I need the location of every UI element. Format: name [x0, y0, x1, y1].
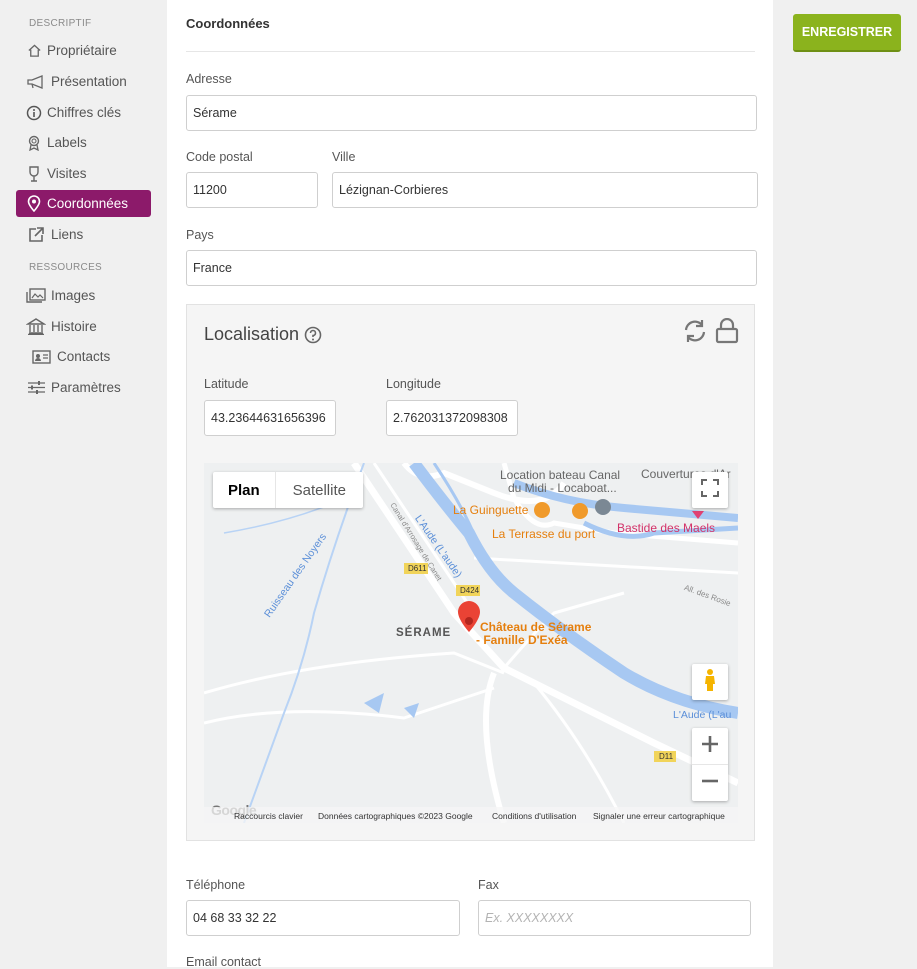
country-field[interactable]: France	[186, 250, 757, 286]
terms-link[interactable]: Conditions d'utilisation	[492, 811, 576, 821]
keyboard-shortcuts-link[interactable]: Raccourcis clavier	[234, 811, 303, 821]
address-field[interactable]: Sérame	[186, 95, 757, 131]
location-title: Localisation	[204, 324, 300, 344]
sidebar-item-label: Contacts	[57, 349, 111, 364]
help-icon[interactable]	[304, 326, 322, 349]
map-road-label: D611	[408, 564, 427, 573]
address-label: Adresse	[186, 72, 232, 86]
sidebar-item-contacts[interactable]: Contacts	[16, 343, 151, 370]
phone-label: Téléphone	[186, 878, 246, 892]
map[interactable]: Location bateau Canal du Midi - Locaboat…	[204, 463, 738, 823]
map-place-label: du Midi - Locaboat...	[508, 481, 617, 495]
fullscreen-icon	[701, 478, 719, 502]
sidebar-item-label: Propriétaire	[47, 43, 117, 58]
sidebar-item-label: Chiffres clés	[47, 105, 122, 120]
zoom-out-button[interactable]	[692, 765, 728, 801]
pegman-icon	[702, 668, 718, 697]
sidebar-item-label: Labels	[47, 135, 87, 150]
plus-icon	[701, 735, 719, 758]
sidebar-item-liens[interactable]: Liens	[16, 221, 151, 248]
sidebar-section-descriptif: DESCRIPTIF	[29, 18, 92, 29]
map-canvas[interactable]	[204, 463, 738, 823]
sliders-icon	[26, 380, 46, 396]
zoom-in-button[interactable]	[692, 728, 728, 765]
sidebar-item-label: Coordonnées	[47, 196, 129, 211]
map-pin-icon	[26, 195, 42, 212]
postal-code-label: Code postal	[186, 150, 253, 164]
zoom-control	[692, 728, 728, 801]
fax-label: Fax	[478, 878, 499, 892]
museum-icon	[26, 318, 46, 335]
city-field[interactable]: Lézignan-Corbieres	[332, 172, 758, 208]
latitude-field[interactable]: 43.23644631656396	[204, 400, 336, 436]
award-icon	[26, 135, 42, 151]
fax-field[interactable]: Ex. XXXXXXXX	[478, 900, 751, 936]
map-place-label: - Famille D'Exéa	[476, 633, 568, 647]
latitude-label: Latitude	[204, 377, 249, 391]
refresh-icon[interactable]	[682, 318, 708, 349]
sidebar-item-label: Visites	[47, 166, 87, 181]
longitude-field[interactable]: 2.762031372098308	[386, 400, 518, 436]
sidebar-item-images[interactable]: Images	[16, 282, 151, 309]
sidebar-item-chiffres-cles[interactable]: Chiffres clés	[16, 99, 151, 126]
external-link-icon	[26, 226, 46, 243]
sidebar-item-label: Images	[51, 288, 96, 303]
home-icon	[26, 43, 42, 59]
map-type-control: Plan Satellite	[213, 472, 363, 508]
report-error-link[interactable]: Signaler une erreur cartographique	[593, 811, 725, 821]
sidebar: DESCRIPTIF Propriétaire Présentation Chi…	[0, 0, 160, 967]
map-place-label: Château de Sérame	[480, 620, 592, 634]
sidebar-item-presentation[interactable]: Présentation	[16, 68, 151, 95]
map-road-label: D11	[659, 752, 674, 761]
lock-icon[interactable]	[714, 317, 740, 349]
sidebar-item-labels[interactable]: Labels	[16, 129, 151, 156]
map-place-label: La Guinguette	[453, 503, 529, 517]
longitude-label: Longitude	[386, 377, 441, 391]
tab-satellite[interactable]: Satellite	[274, 472, 363, 508]
sidebar-item-proprietaire[interactable]: Propriétaire	[16, 37, 151, 64]
map-place-label: La Terrasse du port	[492, 527, 596, 541]
map-place-label: Bastide des Maels	[617, 521, 716, 535]
sidebar-item-label: Histoire	[51, 319, 97, 334]
sidebar-item-coordonnees[interactable]: Coordonnées	[16, 190, 151, 217]
street-view-button[interactable]	[692, 664, 728, 700]
map-river-label: L'Aude (L'au	[673, 709, 732, 721]
sidebar-section-ressources: RESSOURCES	[29, 262, 103, 273]
map-place-label: Location bateau Canal	[500, 468, 621, 482]
sidebar-item-label: Paramètres	[51, 380, 121, 395]
wine-glass-icon	[26, 165, 42, 182]
save-button[interactable]: ENREGISTRER	[793, 14, 901, 52]
country-label: Pays	[186, 228, 214, 242]
postal-code-field[interactable]: 11200	[186, 172, 318, 208]
megaphone-icon	[26, 74, 46, 90]
sidebar-item-histoire[interactable]: Histoire	[16, 313, 151, 340]
divider	[186, 51, 755, 52]
map-road-label: D424	[460, 586, 480, 595]
fullscreen-button[interactable]	[692, 472, 728, 508]
sidebar-item-label: Présentation	[51, 74, 127, 89]
sidebar-item-visites[interactable]: Visites	[16, 160, 151, 187]
sidebar-item-parametres[interactable]: Paramètres	[16, 374, 151, 401]
images-icon	[26, 288, 46, 304]
map-town-label: SÉRAME	[396, 627, 452, 639]
page-title: Coordonnées	[186, 16, 270, 31]
city-label: Ville	[332, 150, 356, 164]
info-icon	[26, 105, 42, 121]
contact-card-icon	[30, 349, 52, 365]
tab-plan[interactable]: Plan	[213, 472, 275, 508]
phone-field[interactable]: 04 68 33 32 22	[186, 900, 460, 936]
map-data-credit: Données cartographiques ©2023 Google	[318, 811, 473, 821]
sidebar-item-label: Liens	[51, 227, 84, 242]
minus-icon	[701, 772, 719, 795]
